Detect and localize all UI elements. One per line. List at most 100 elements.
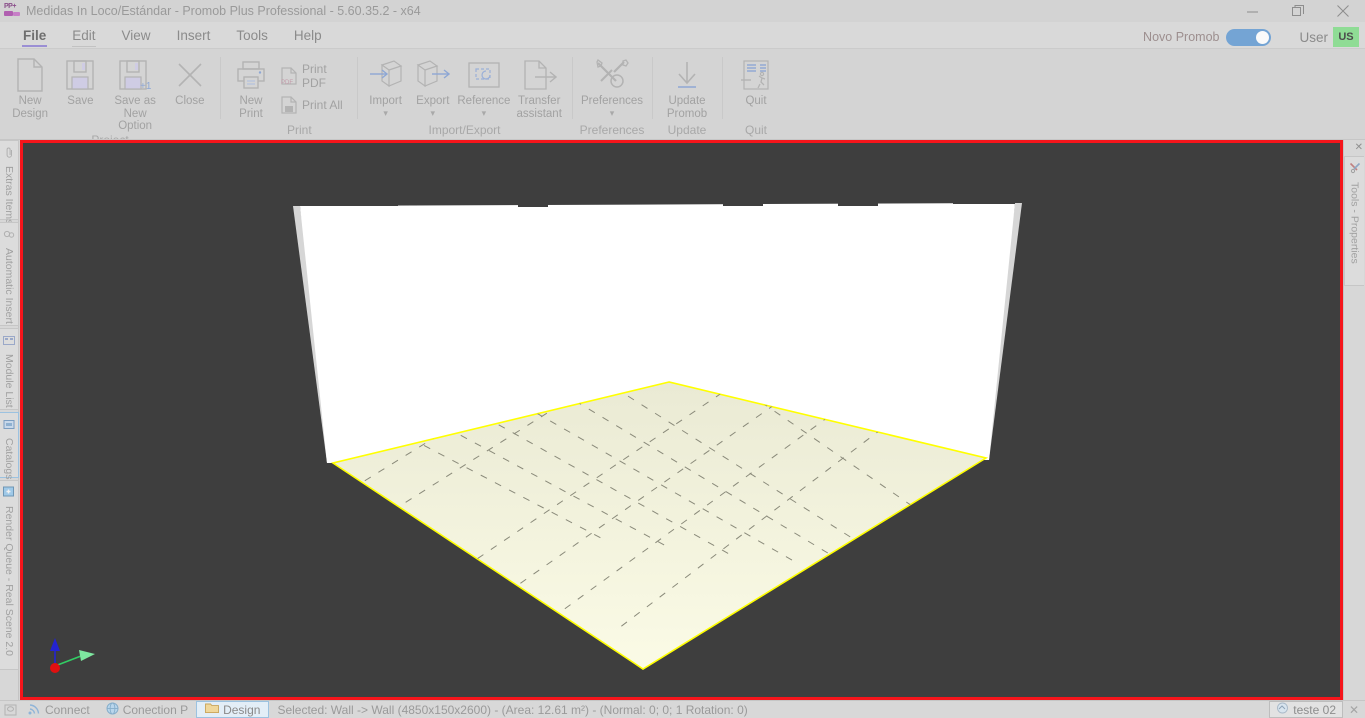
- design-file-icon: [1276, 702, 1289, 717]
- update-promob-label: Update Promob: [666, 95, 708, 120]
- close-design-button[interactable]: Close: [165, 53, 215, 108]
- print-pdf-button[interactable]: PDF Print PDF: [277, 59, 352, 93]
- folder-icon: [205, 702, 220, 717]
- sidebar-item-label: Module List: [3, 354, 15, 408]
- print-small-buttons: PDF Print PDF Print All: [277, 53, 352, 117]
- ribbon-group-preferences: Preferences ▾ Preferences: [572, 49, 652, 141]
- tools-properties-icon: [1349, 161, 1361, 179]
- reference-button[interactable]: Reference ▾: [456, 53, 511, 117]
- sidebar-item-module-list[interactable]: Module List: [0, 328, 19, 410]
- close-icon[interactable]: [1320, 0, 1365, 22]
- export-label: Export: [416, 95, 450, 107]
- ribbon-group-update-title: Update: [667, 123, 707, 137]
- menu-item-edit[interactable]: Edit: [59, 28, 108, 48]
- new-print-label: New Print: [239, 95, 263, 120]
- menu-item-file[interactable]: File: [10, 28, 59, 48]
- transfer-assistant-button[interactable]: Transfer assistant: [511, 53, 567, 120]
- app-logo-icon: PP+: [4, 3, 22, 19]
- left-dock: Extras Items Automatic Insert Module Lis…: [0, 140, 19, 700]
- save-as-new-option-button[interactable]: +1 Save as New Option: [106, 53, 165, 133]
- restore-icon[interactable]: [1275, 0, 1320, 22]
- sidebar-item-label: Automatic Insert: [3, 248, 15, 324]
- paperclip-icon: [4, 145, 15, 163]
- import-button[interactable]: Import ▾: [362, 53, 409, 117]
- preferences-button[interactable]: Preferences ▾: [579, 53, 645, 117]
- reference-frame-icon: [467, 56, 501, 94]
- menu-item-help[interactable]: Help: [281, 28, 335, 48]
- conection-p-label: Conection P: [122, 702, 189, 717]
- design-tab[interactable]: Design: [196, 701, 270, 718]
- chevron-down-icon[interactable]: ▾: [383, 108, 388, 117]
- user-label[interactable]: User: [1299, 30, 1328, 45]
- document-tab-close-icon[interactable]: ✕: [1343, 703, 1365, 717]
- menu-item-view[interactable]: View: [109, 28, 164, 48]
- scene-svg: [23, 143, 1340, 697]
- user-locale-flag[interactable]: US: [1333, 27, 1359, 47]
- print-pdf-label: Print PDF: [302, 62, 327, 90]
- ribbon-group-import-export: Import ▾ Export ▾ Reference ▾ Transfer a…: [357, 49, 572, 141]
- export-cube-icon: [416, 56, 450, 94]
- ribbon-group-import-export-title: Import/Export: [428, 123, 501, 137]
- chevron-down-icon[interactable]: ▾: [610, 108, 615, 117]
- minimize-icon[interactable]: [1230, 0, 1275, 22]
- resize-grip-icon[interactable]: [0, 701, 20, 718]
- import-label: Import: [369, 95, 402, 107]
- axis-y-arrow: [50, 638, 60, 651]
- reference-label: Reference: [457, 95, 511, 107]
- save-button[interactable]: Save: [55, 53, 105, 108]
- viewport-3d[interactable]: [20, 140, 1343, 700]
- document-tab-teste-02[interactable]: teste 02: [1269, 701, 1343, 718]
- sidebar-item-automatic-insert[interactable]: Automatic Insert: [0, 222, 19, 326]
- new-document-icon: [15, 56, 45, 94]
- printer-icon: [235, 56, 267, 94]
- new-design-label: New Design: [12, 95, 49, 120]
- chevron-down-icon[interactable]: ▾: [482, 108, 487, 117]
- new-design-button[interactable]: New Design: [5, 53, 55, 120]
- novo-promob-toggle[interactable]: [1226, 28, 1272, 46]
- app-logo-bar-secondary: [13, 12, 20, 16]
- axis-x-arrow: [79, 650, 95, 661]
- conection-p-button[interactable]: Conection P: [98, 701, 196, 718]
- sidebar-item-extras-items[interactable]: Extras Items: [0, 140, 19, 224]
- ribbon-group-print-title: Print: [287, 123, 312, 137]
- sidebar-item-render-queue[interactable]: Render Queue - Real Scene 2.0: [0, 480, 19, 670]
- status-bar: Connect Conection P Design Selected: Wal…: [0, 700, 1365, 718]
- ribbon-group-preferences-title: Preferences: [579, 123, 645, 137]
- pdf-file-icon: PDF: [281, 67, 297, 85]
- novo-promob-label: Novo Promob: [1143, 30, 1220, 44]
- update-promob-button[interactable]: Update Promob: [659, 53, 715, 120]
- sidebar-item-tools-properties[interactable]: Tools - Properties: [1344, 156, 1364, 286]
- exit-door-icon: [740, 56, 772, 94]
- print-all-icon: [281, 96, 297, 114]
- sidebar-item-label: Tools - Properties: [1348, 182, 1361, 264]
- print-all-button[interactable]: Print All: [277, 93, 352, 117]
- sidebar-item-catalogs[interactable]: Catalogs: [0, 412, 19, 479]
- new-print-button[interactable]: New Print: [225, 53, 277, 120]
- module-list-icon: [3, 333, 15, 351]
- quit-button[interactable]: Quit: [728, 53, 784, 108]
- download-arrow-icon: [671, 56, 703, 94]
- chevron-down-icon[interactable]: ▾: [431, 108, 436, 117]
- ribbon-toolbar: New Design Save +1 Save as New Option Cl…: [0, 48, 1365, 147]
- gears-icon: [3, 227, 15, 245]
- preferences-label: Preferences: [580, 95, 643, 107]
- globe-icon: [106, 702, 119, 718]
- scene-3d-render[interactable]: [23, 143, 1340, 697]
- account-area: Novo Promob User US: [1143, 24, 1365, 50]
- dock-close-icon[interactable]: ✕: [1355, 142, 1363, 153]
- close-x-icon: [175, 56, 205, 94]
- quit-label: Quit: [745, 95, 767, 107]
- print-all-label: Print All: [302, 98, 343, 112]
- export-button[interactable]: Export ▾: [409, 53, 456, 117]
- menu-item-tools[interactable]: Tools: [223, 28, 281, 48]
- menu-item-insert[interactable]: Insert: [164, 28, 224, 48]
- svg-text:PDF: PDF: [281, 80, 293, 85]
- ribbon-group-print: New Print PDF Print PDF Print All Print: [220, 49, 357, 141]
- tools-wrench-icon: [594, 56, 630, 94]
- save-label: Save: [67, 95, 94, 107]
- connect-button[interactable]: Connect: [20, 701, 98, 718]
- design-label: Design: [223, 702, 261, 717]
- right-dock: ✕ Tools - Properties: [1343, 140, 1365, 700]
- render-queue-icon: [3, 485, 15, 503]
- sidebar-item-label: Render Queue - Real Scene 2.0: [3, 506, 15, 657]
